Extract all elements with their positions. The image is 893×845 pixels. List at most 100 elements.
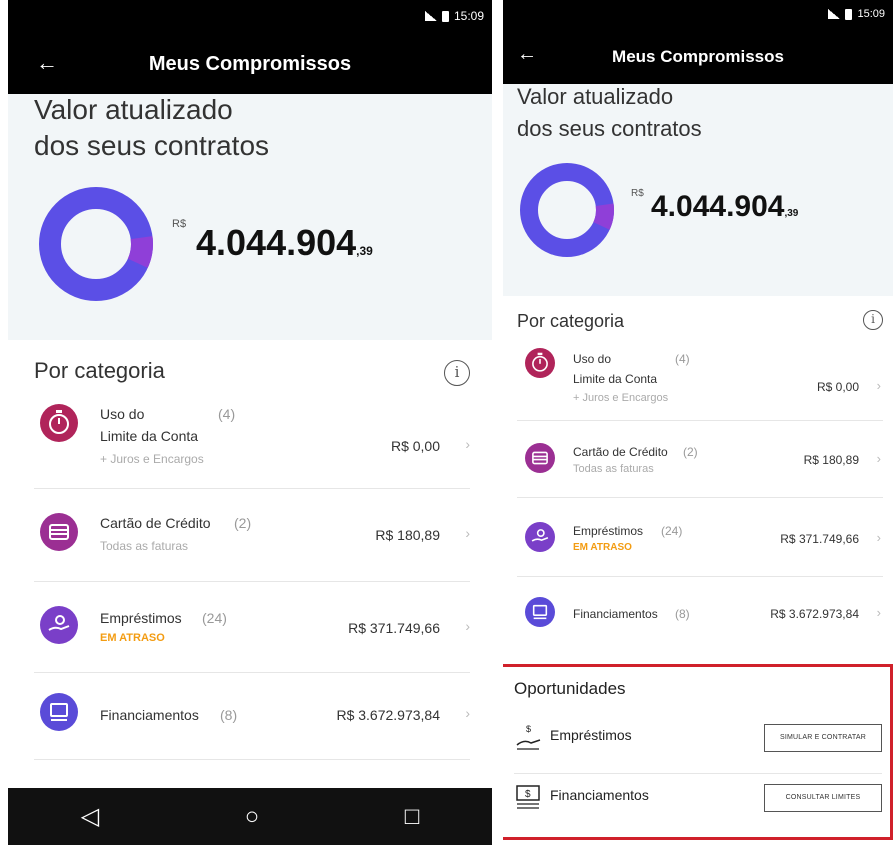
- category-value: R$ 0,00: [816, 380, 859, 394]
- simulate-contract-button[interactable]: SIMULAR E CONTRATAR: [764, 724, 882, 752]
- summary-panel: Valor atualizado dos seus contratos R$ 4…: [503, 84, 893, 296]
- page-title: Meus Compromissos: [612, 47, 784, 66]
- category-count: (24): [661, 524, 683, 538]
- category-value: R$ 3.672.973,84: [770, 607, 859, 621]
- category-name: Cartão de Crédito: [573, 445, 668, 459]
- category-row-cartao[interactable]: Cartão de Crédito (2) Todas as faturas R…: [8, 489, 492, 582]
- credit-card-icon: [40, 513, 78, 551]
- currency-symbol: R$: [631, 188, 644, 199]
- category-subtitle: + Juros e Encargos: [100, 452, 204, 466]
- contracts-donut-chart: [520, 163, 614, 257]
- total-amount-integer: 4.044.904: [196, 222, 357, 263]
- opportunity-name: Empréstimos: [550, 727, 632, 743]
- money-hand-icon: [40, 606, 78, 644]
- svg-text:$: $: [525, 789, 531, 800]
- check-limits-button[interactable]: CONSULTAR LIMITES: [764, 784, 882, 812]
- category-subtitle: Todas as faturas: [573, 463, 654, 475]
- donut-ring-main: [39, 187, 153, 301]
- total-amount: 4.044.904,39: [196, 222, 373, 264]
- opportunities-title: Oportunidades: [514, 679, 626, 698]
- contracts-donut-chart: [38, 187, 153, 301]
- nav-recents-icon[interactable]: □: [405, 803, 420, 831]
- category-count: (2): [234, 515, 252, 531]
- category-section-title: Por categoria: [34, 358, 165, 383]
- summary-title-line2: dos seus contratos: [34, 130, 270, 161]
- opportunity-row-emprestimos: $ Empréstimos SIMULAR E CONTRATAR: [503, 713, 890, 763]
- category-count: (24): [202, 610, 227, 626]
- info-icon[interactable]: i: [863, 310, 883, 330]
- page-title: Meus Compromissos: [148, 53, 352, 75]
- category-row-emprestimos[interactable]: Empréstimos (24) EM ATRASO R$ 371.749,66…: [8, 582, 492, 673]
- signal-icon: [828, 9, 841, 19]
- financing-icon: [525, 597, 555, 627]
- category-count: (4): [218, 406, 236, 422]
- category-name-line2: Limite da Conta: [573, 372, 658, 386]
- category-value: R$ 180,89: [375, 527, 440, 543]
- signal-icon: [424, 11, 437, 21]
- chevron-right-icon: ›: [876, 378, 881, 393]
- svg-text:$: $: [526, 724, 531, 734]
- status-bar: 15:09: [503, 0, 893, 28]
- category-value: R$ 0,00: [390, 438, 440, 454]
- category-name: Uso do: [100, 406, 145, 422]
- category-count: (8): [675, 607, 690, 621]
- summary-title-line1: Valor atualizado: [34, 94, 233, 125]
- banknote-outline-icon: $: [514, 783, 544, 816]
- category-count: (4): [675, 352, 690, 366]
- category-value: R$ 371.749,66: [348, 620, 440, 636]
- credit-card-icon: [525, 443, 555, 473]
- late-status-badge: EM ATRASO: [573, 542, 632, 553]
- status-bar: 15:09: [8, 0, 492, 32]
- chevron-right-icon: ›: [465, 705, 470, 721]
- info-icon[interactable]: i: [444, 360, 470, 386]
- category-section-title: Por categoria: [517, 311, 625, 331]
- category-name-line2: Limite da Conta: [100, 428, 199, 444]
- donut-ring-main: [520, 163, 614, 257]
- chevron-right-icon: ›: [465, 436, 470, 452]
- category-row-limite[interactable]: Uso do (4) Limite da Conta + Juros e Enc…: [503, 340, 893, 421]
- app-bar: ← Meus Compromissos: [8, 32, 492, 94]
- chevron-right-icon: ›: [876, 605, 881, 620]
- category-row-cartao[interactable]: Cartão de Crédito (2) Todas as faturas R…: [503, 421, 893, 498]
- category-row-financiamentos[interactable]: Financiamentos (8) R$ 3.672.973,84 ›: [8, 673, 492, 760]
- opportunity-name: Financiamentos: [550, 787, 649, 803]
- category-row-limite[interactable]: Uso do (4) Limite da Conta + Juros e Enc…: [8, 392, 492, 489]
- chevron-right-icon: ›: [876, 530, 881, 545]
- nav-home-icon[interactable]: ○: [245, 803, 260, 831]
- category-value: R$ 3.672.973,84: [336, 707, 440, 723]
- money-hand-outline-icon: $: [514, 723, 544, 756]
- category-count: (2): [683, 445, 698, 459]
- status-time: 15:09: [857, 8, 885, 20]
- total-amount-cents: ,39: [784, 208, 799, 219]
- chevron-right-icon: ›: [465, 618, 470, 634]
- late-status-badge: EM ATRASO: [100, 632, 165, 644]
- currency-symbol: R$: [172, 218, 187, 230]
- category-row-financiamentos[interactable]: Financiamentos (8) R$ 3.672.973,84 ›: [503, 577, 893, 651]
- category-row-emprestimos[interactable]: Empréstimos (24) EM ATRASO R$ 371.749,66…: [503, 498, 893, 577]
- total-amount-integer: 4.044.904: [651, 190, 785, 223]
- summary-title-line2: dos seus contratos: [517, 116, 702, 141]
- summary-title-line1: Valor atualizado: [517, 84, 674, 109]
- category-name: Empréstimos: [573, 524, 644, 538]
- chevron-right-icon: ›: [465, 525, 470, 541]
- phone-screen-right: 15:09 ← Meus Compromissos Valor atualiza…: [503, 0, 893, 845]
- chevron-right-icon: ›: [876, 451, 881, 466]
- category-count: (8): [220, 707, 238, 723]
- summary-panel: Valor atualizado dos seus contratos R$ 4…: [8, 94, 492, 340]
- opportunities-panel: Oportunidades $ Empréstimos SIMULAR E CO…: [503, 664, 893, 840]
- opportunity-row-financiamentos: $ Financiamentos CONSULTAR LIMITES: [503, 773, 890, 823]
- battery-icon: [845, 8, 853, 20]
- timer-icon: [40, 404, 78, 442]
- category-value: R$ 371.749,66: [780, 532, 859, 546]
- category-name: Financiamentos: [100, 707, 199, 723]
- category-name: Empréstimos: [100, 610, 182, 626]
- financing-icon: [40, 693, 78, 731]
- category-value: R$ 180,89: [803, 453, 859, 467]
- category-subtitle: Todas as faturas: [100, 539, 189, 553]
- category-name: Cartão de Crédito: [100, 515, 211, 531]
- row-divider: [34, 759, 470, 760]
- nav-back-icon[interactable]: ◁: [81, 802, 99, 831]
- system-nav-bar: ◁ ○ □: [8, 788, 492, 845]
- total-amount: 4.044.904,39: [651, 190, 798, 224]
- money-hand-icon: [525, 522, 555, 552]
